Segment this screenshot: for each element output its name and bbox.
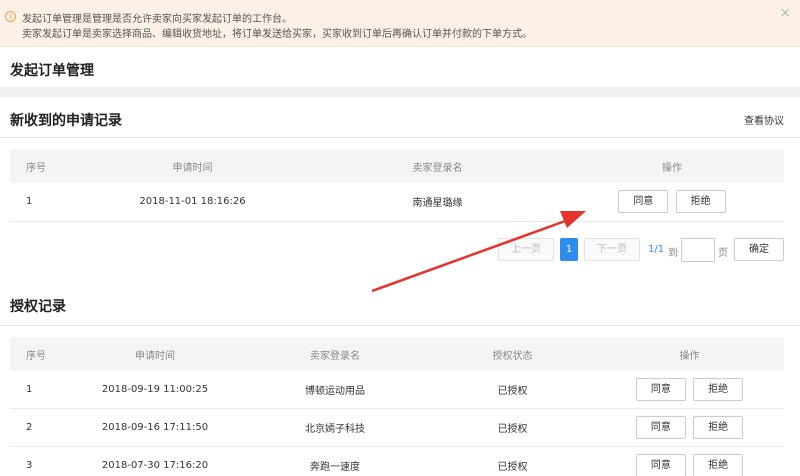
row-apply-time: 2018-09-19 11:00:25: [70, 371, 240, 409]
auth-table: 序号 申请时间 卖家登录名 授权状态 操作 1 2018-09-19 11:00…: [10, 337, 784, 476]
row-index: 1: [10, 371, 70, 409]
row-auth-status: 已授权: [430, 446, 595, 476]
requests-table-header: 序号 申请时间 卖家登录名 操作: [10, 149, 784, 183]
col-actions: 操作: [560, 149, 784, 183]
col-auth-status: 授权状态: [430, 337, 595, 371]
reject-button[interactable]: 拒绝: [693, 453, 744, 476]
row-apply-time: 2018-09-16 17:11:50: [70, 408, 240, 447]
page-count: 1/1: [648, 244, 665, 255]
col-apply-time: 申请时间: [70, 149, 315, 183]
col-seller: 卖家登录名: [315, 149, 560, 183]
notice-banner: i 发起订单管理是管理是否允许卖家向买家发起订单的工作台。 卖家发起订单是卖家选…: [0, 0, 800, 47]
requests-table: 序号 申请时间 卖家登录名 操作 1 2018-11-01 18:16:26 南…: [10, 149, 784, 222]
goto-label: 到: [668, 248, 678, 259]
row-auth-status: 已授权: [430, 371, 595, 409]
auth-section-title: 授权记录: [10, 299, 66, 315]
table-row: 3 2018-07-30 17:16:20 奔跑一速度 已授权 同意 拒绝: [10, 446, 784, 476]
view-agreement-link[interactable]: 查看协议: [744, 112, 784, 127]
reject-button[interactable]: 拒绝: [693, 415, 744, 439]
row-seller: 北京嫣子科技: [240, 408, 430, 447]
prev-page-button[interactable]: 上一页: [498, 238, 554, 261]
agree-button[interactable]: 同意: [618, 190, 669, 214]
page-unit-label: 页: [718, 248, 728, 259]
page-jump-input[interactable]: [681, 238, 715, 262]
row-index: 2: [10, 408, 70, 447]
section-divider: [0, 87, 800, 97]
close-icon[interactable]: ×: [779, 5, 791, 21]
agree-button[interactable]: 同意: [635, 415, 686, 439]
requests-title-line: [0, 137, 800, 138]
col-seller: 卖家登录名: [240, 337, 430, 371]
row-seller: 南通星璐缘: [315, 183, 560, 222]
requests-section-title: 新收到的申请记录: [10, 113, 122, 129]
row-auth-status: 已授权: [430, 408, 595, 447]
row-index: 3: [10, 446, 70, 476]
row-actions: 同意 拒绝: [595, 446, 784, 476]
col-index: 序号: [10, 149, 70, 183]
row-actions: 同意 拒绝: [595, 371, 784, 409]
agree-button[interactable]: 同意: [635, 377, 686, 401]
page-title: 发起订单管理: [10, 63, 94, 79]
row-actions: 同意 拒绝: [595, 408, 784, 447]
row-apply-time: 2018-07-30 17:16:20: [70, 446, 240, 476]
table-row: 1 2018-09-19 11:00:25 博顿运动用品 已授权 同意 拒绝: [10, 371, 784, 409]
row-actions: 同意 拒绝: [560, 183, 784, 222]
reject-button[interactable]: 拒绝: [693, 377, 744, 401]
row-index: 1: [10, 183, 70, 222]
col-apply-time: 申请时间: [70, 337, 240, 371]
notice-line-1: 发起订单管理是管理是否允许卖家向买家发起订单的工作台。: [22, 14, 292, 25]
reject-button[interactable]: 拒绝: [675, 190, 726, 214]
row-seller: 奔跑一速度: [240, 446, 430, 476]
notice-line-2: 卖家发起订单是卖家选择商品、编辑收货地址，将订单发送给买家，买家收到订单后再确认…: [22, 29, 532, 40]
table-row: 2 2018-09-16 17:11:50 北京嫣子科技 已授权 同意 拒绝: [10, 408, 784, 447]
col-index: 序号: [10, 337, 70, 371]
agree-button[interactable]: 同意: [635, 453, 686, 476]
page-1-button[interactable]: 1: [560, 238, 578, 261]
next-page-button[interactable]: 下一页: [584, 238, 640, 261]
auth-title-line: [0, 325, 800, 326]
confirm-page-button[interactable]: 确定: [734, 238, 784, 261]
auth-table-header: 序号 申请时间 卖家登录名 授权状态 操作: [10, 337, 784, 371]
row-seller: 博顿运动用品: [240, 371, 430, 409]
row-apply-time: 2018-11-01 18:16:26: [70, 183, 315, 222]
info-icon: i: [5, 11, 16, 22]
col-actions: 操作: [595, 337, 784, 371]
table-row: 1 2018-11-01 18:16:26 南通星璐缘 同意 拒绝: [10, 183, 784, 222]
